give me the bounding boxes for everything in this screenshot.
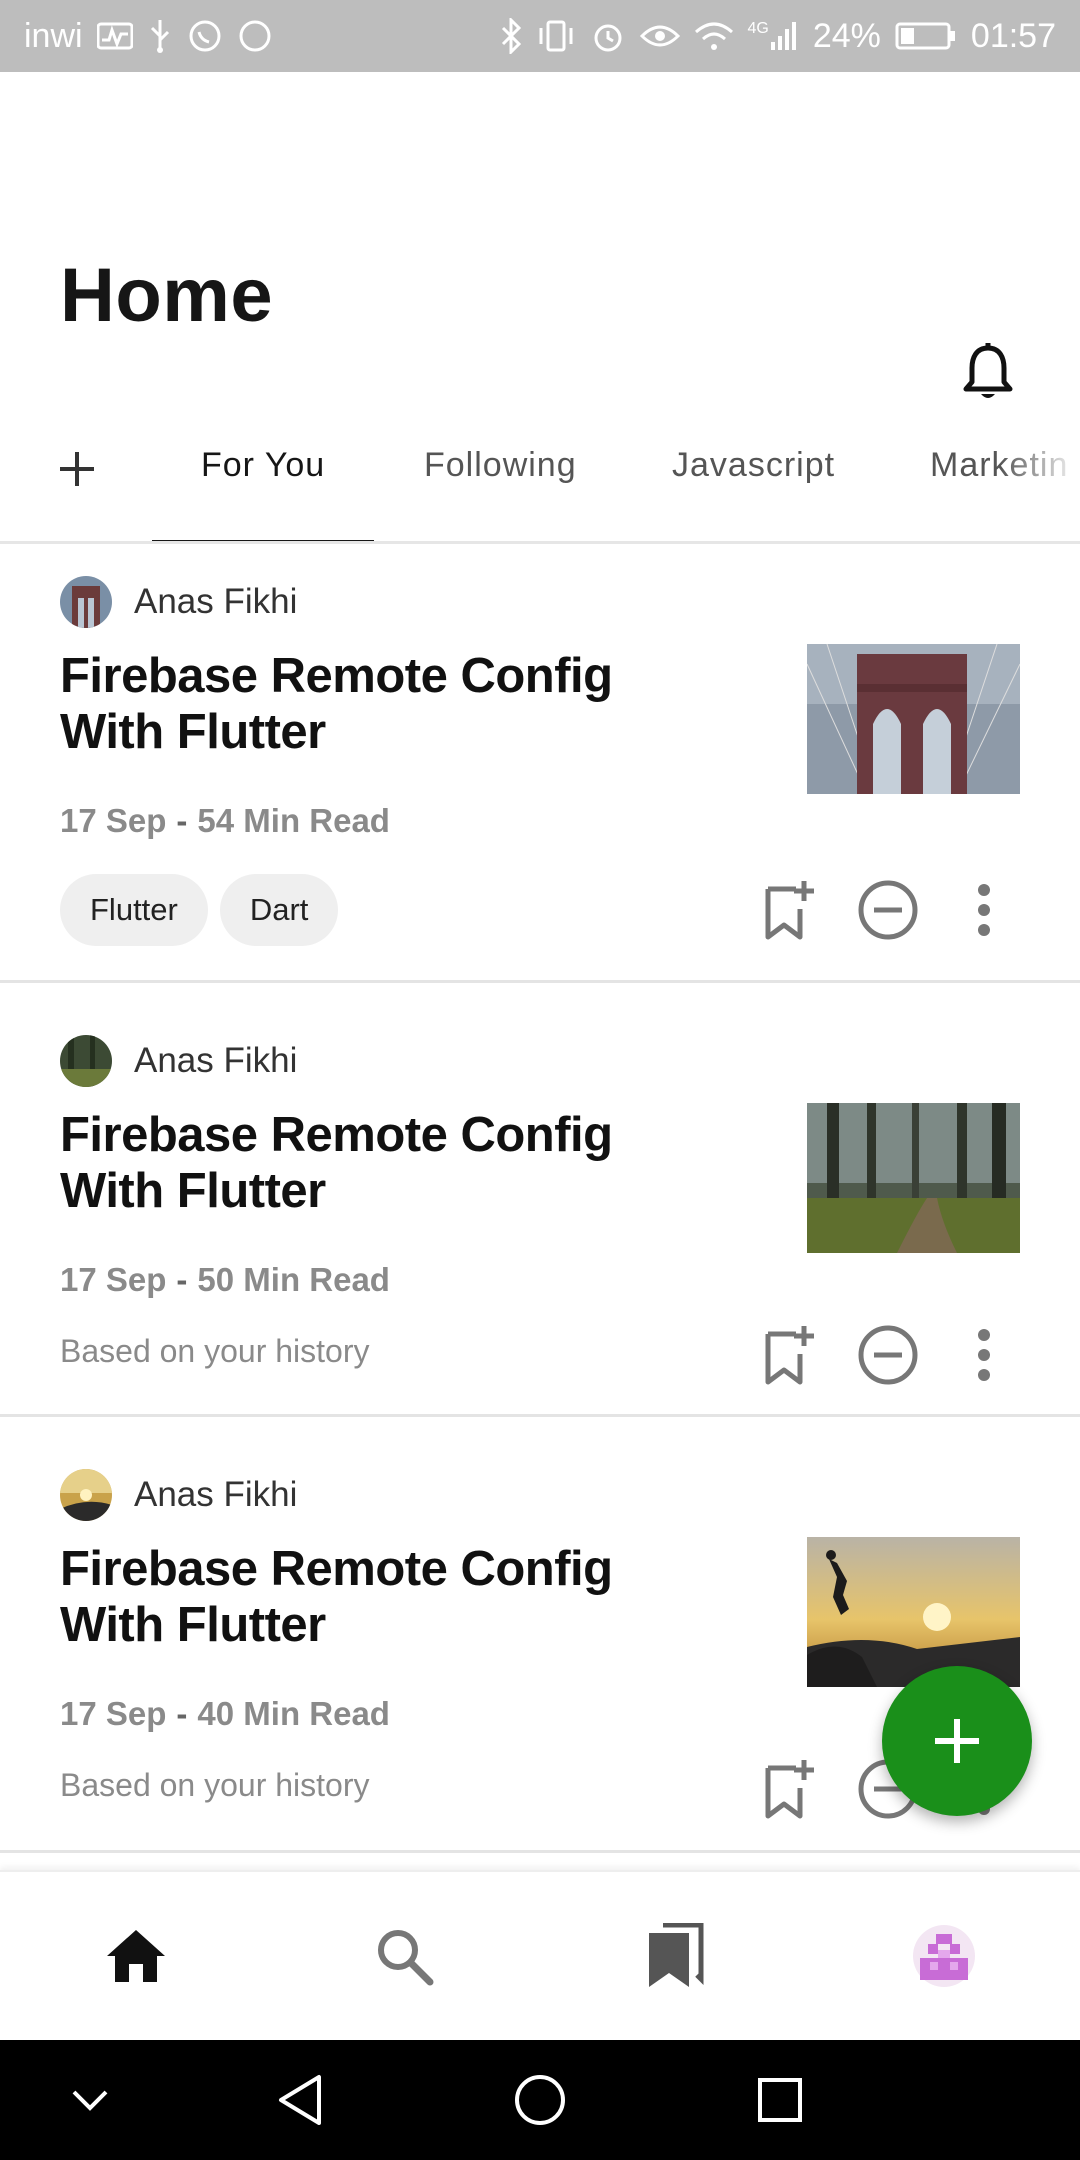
article-thumbnail[interactable] [807, 644, 1020, 794]
status-right: 4G 24% 01:57 [500, 16, 1056, 56]
read-time: 40 Min Read [197, 1695, 390, 1732]
carrier-label: inwi [24, 16, 83, 55]
recents-icon[interactable] [750, 2070, 810, 2130]
recommendation-reason: Based on your history [60, 1767, 370, 1803]
bottom-navigation [0, 1870, 1080, 2040]
author-row[interactable]: Anas Fikhi [60, 576, 297, 628]
battery-icon [895, 21, 957, 51]
bookmark-add-icon[interactable] [752, 1319, 824, 1391]
read-time: 50 Min Read [197, 1261, 390, 1298]
clock: 01:57 [970, 16, 1056, 55]
bookmark-add-icon[interactable] [752, 1753, 824, 1825]
recommendation-reason: Based on your history [60, 1333, 370, 1369]
system-navigation-bar [0, 2040, 1080, 2160]
page-title: Home [60, 253, 274, 338]
battery-percent: 24% [812, 16, 881, 55]
article-title[interactable]: Firebase Remote Config With Flutter [60, 648, 720, 760]
tag-chip[interactable]: Dart [219, 874, 339, 946]
tabs-fade [1000, 402, 1080, 540]
topic-tabs: For You Following Javascript Marketin [0, 402, 1080, 544]
search-icon[interactable] [368, 1920, 440, 1992]
tag-list: Flutter Dart [60, 874, 339, 946]
app-header: Home [0, 72, 1080, 402]
article-title[interactable]: Firebase Remote Config With Flutter [60, 1541, 720, 1653]
vibrate-icon [536, 18, 576, 54]
activity-icon [96, 22, 133, 50]
meta-separator: - [176, 1695, 188, 1732]
article-thumbnail[interactable] [807, 1103, 1020, 1253]
article-date: 17 Sep [60, 802, 167, 839]
more-options-icon[interactable] [948, 1319, 1020, 1391]
article-card[interactable]: Anas Fikhi Firebase Remote Config With F… [0, 983, 1080, 1417]
bookmarks-icon[interactable] [639, 1920, 711, 1992]
article-meta: 17 Sep -50 Min Read [60, 1261, 390, 1299]
article-date: 17 Sep [60, 1695, 167, 1732]
home-icon[interactable] [100, 1920, 172, 1992]
article-meta: 17 Sep -40 Min Read [60, 1695, 390, 1733]
author-avatar[interactable] [60, 1469, 112, 1521]
home-circle-icon[interactable] [510, 2070, 570, 2130]
bluetooth-icon [500, 18, 522, 54]
alarm-icon [590, 18, 626, 54]
tab-javascript[interactable]: Javascript [672, 446, 835, 485]
author-row[interactable]: Anas Fikhi [60, 1469, 297, 1521]
article-thumbnail[interactable] [807, 1537, 1020, 1687]
show-less-icon[interactable] [852, 874, 924, 946]
network-label: 4G [747, 20, 769, 37]
more-options-icon[interactable] [948, 874, 1020, 946]
profile-avatar[interactable] [908, 1920, 980, 1992]
bell-icon[interactable] [958, 342, 1018, 404]
tab-for-you[interactable]: For You [201, 446, 325, 485]
status-left: inwi [24, 17, 273, 56]
whatsapp-icon [187, 18, 223, 54]
add-topic-button[interactable] [52, 444, 102, 494]
active-tab-indicator [152, 540, 374, 541]
author-name[interactable]: Anas Fikhi [134, 1475, 297, 1515]
article-card[interactable]: Anas Fikhi Firebase Remote Config With F… [0, 544, 1080, 983]
article-date: 17 Sep [60, 1261, 167, 1298]
article-title[interactable]: Firebase Remote Config With Flutter [60, 1107, 720, 1219]
bookmark-add-icon[interactable] [752, 874, 824, 946]
article-actions [752, 1319, 1020, 1391]
show-less-icon[interactable] [852, 1319, 924, 1391]
wifi-icon [694, 20, 734, 52]
meta-separator: - [176, 802, 188, 839]
author-row[interactable]: Anas Fikhi [60, 1035, 297, 1087]
article-actions [752, 874, 1020, 946]
meta-separator: - [176, 1261, 188, 1298]
collapse-icon[interactable] [60, 2070, 120, 2130]
status-bar: inwi 4G 24% 01:57 [0, 0, 1080, 72]
author-avatar[interactable] [60, 576, 112, 628]
usb-icon [147, 18, 173, 54]
read-time: 54 Min Read [197, 802, 390, 839]
eye-icon [639, 21, 680, 51]
author-name[interactable]: Anas Fikhi [134, 1041, 297, 1081]
signal-icon: 4G [748, 20, 799, 52]
loading-icon [237, 18, 273, 54]
tab-following[interactable]: Following [424, 446, 577, 485]
author-name[interactable]: Anas Fikhi [134, 582, 297, 622]
tag-chip[interactable]: Flutter [60, 874, 208, 946]
article-meta: 17 Sep -54 Min Read [60, 802, 390, 840]
back-icon[interactable] [270, 2070, 330, 2130]
new-story-button[interactable] [882, 1666, 1032, 1816]
author-avatar[interactable] [60, 1035, 112, 1087]
plus-icon [935, 1719, 979, 1763]
